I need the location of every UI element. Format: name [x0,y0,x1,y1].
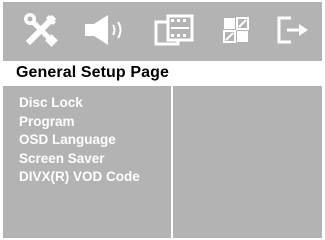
tab-audio-setup[interactable] [80,8,134,52]
page-title: General Setup Page [16,64,169,81]
menu-item-screen-saver[interactable]: Screen Saver [19,150,169,169]
menu-item-divx-vod-code[interactable]: DIVX(R) VOD Code [19,168,169,187]
page-title-bar: General Setup Page [3,61,322,86]
tab-video-setup[interactable] [151,8,197,52]
tab-exit-setup[interactable] [273,8,313,52]
menu-item-osd-language[interactable]: OSD Language [19,131,169,150]
tools-icon [24,13,58,47]
setup-panel: General Setup Page Disc Lock Program OSD… [3,2,322,238]
setup-tab-bar [3,2,322,58]
speaker-icon [85,15,122,45]
tab-general-setup[interactable] [21,8,61,52]
column-divider [171,86,173,238]
tab-preference-setup[interactable] [219,8,253,52]
menu-item-disc-lock[interactable]: Disc Lock [19,94,169,113]
setup-screen: General Setup Page Disc Lock Program OSD… [0,0,325,240]
exit-icon [277,16,308,44]
menu-item-program[interactable]: Program [19,113,169,132]
setup-menu-list: Disc Lock Program OSD Language Screen Sa… [19,94,169,187]
film-icon [154,14,194,46]
preferences-grid-icon [223,17,249,43]
